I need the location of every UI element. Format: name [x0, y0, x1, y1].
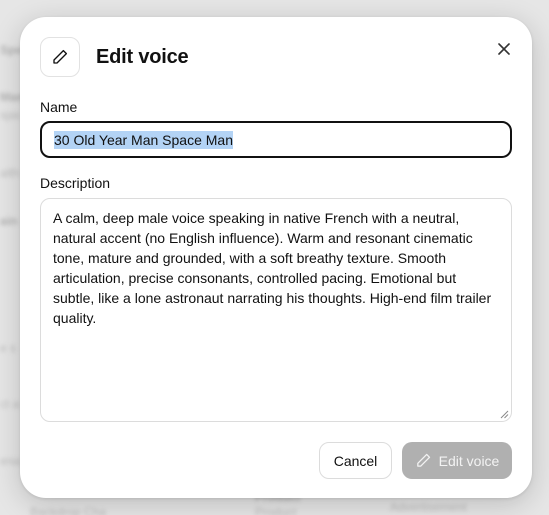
backdrop-text: spa [0, 108, 20, 122]
cancel-button[interactable]: Cancel [319, 442, 392, 479]
name-input-value: 30 Old Year Man Space Man [54, 130, 234, 149]
description-text: A calm, deep male voice speaking in nati… [53, 210, 492, 326]
backdrop-text: alth [0, 166, 20, 180]
edit-voice-dialog: Edit voice Name 30 Old Year Man Space Ma… [20, 17, 532, 498]
backdrop-text: ena [0, 454, 21, 468]
backdrop-text: Product [255, 505, 297, 515]
pencil-icon [53, 49, 68, 64]
backdrop-text: e s [0, 341, 17, 355]
name-input[interactable]: 30 Old Year Man Space Man [40, 121, 512, 158]
name-label: Name [40, 99, 78, 115]
edit-voice-button[interactable]: Edit voice [402, 442, 512, 479]
backdrop-text: ct a [0, 397, 20, 411]
description-label: Description [40, 175, 111, 191]
title-icon-container [40, 37, 80, 77]
pencil-icon [416, 453, 430, 467]
close-button[interactable] [492, 37, 516, 61]
backdrop-text: Backdrop Cha [30, 505, 107, 515]
backdrop-text: ain [0, 214, 18, 228]
backdrop-text: Spe [0, 43, 23, 57]
resize-grip-icon[interactable] [500, 410, 509, 419]
description-textarea[interactable]: A calm, deep male voice speaking in nati… [40, 198, 512, 422]
edit-voice-button-label: Edit voice [438, 452, 500, 469]
backdrop-text: Advertisement [390, 500, 467, 514]
dialog-title: Edit voice [96, 46, 189, 68]
close-icon [498, 43, 510, 55]
